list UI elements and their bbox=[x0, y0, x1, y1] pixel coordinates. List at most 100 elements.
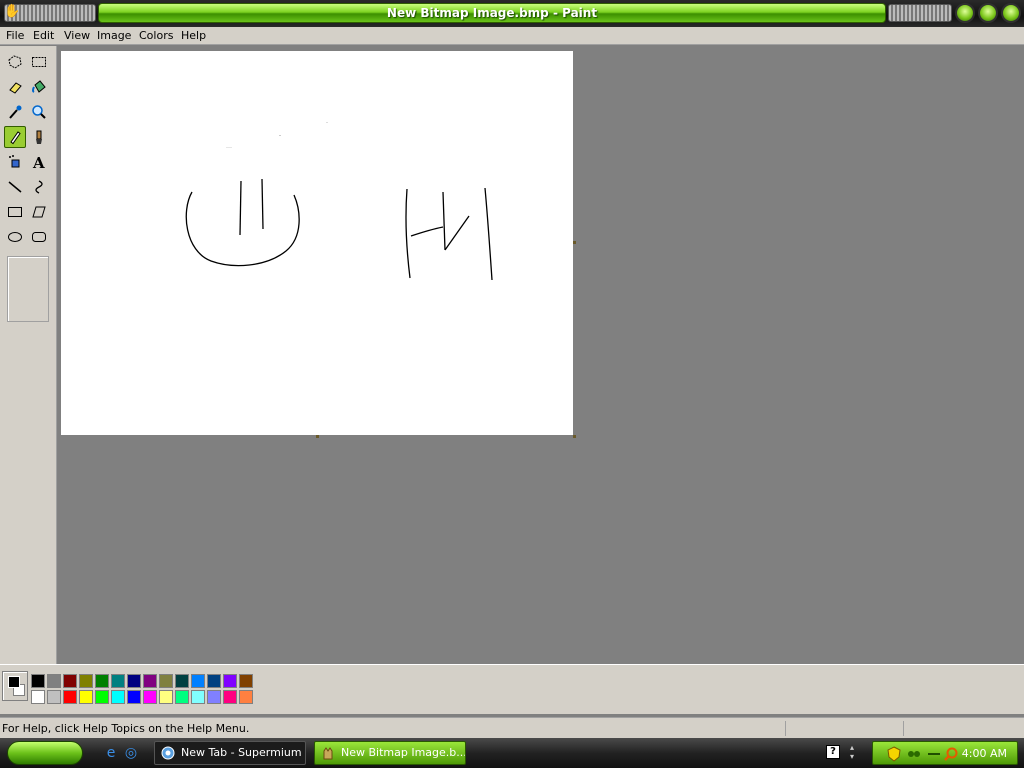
polygon-tool[interactable] bbox=[28, 201, 50, 223]
taskbar-item-label: New Bitmap Image.b... bbox=[341, 746, 466, 759]
paint-app-icon bbox=[323, 747, 333, 760]
palette-swatch[interactable] bbox=[95, 690, 109, 704]
toolbox: A bbox=[0, 46, 57, 664]
close-button[interactable] bbox=[1001, 3, 1021, 23]
resize-handle-bottom[interactable] bbox=[316, 435, 319, 438]
show-desktop-icon[interactable]: ◎ bbox=[122, 744, 140, 762]
network-icon[interactable] bbox=[907, 748, 921, 760]
title-grip-right bbox=[888, 4, 952, 22]
eraser-tool[interactable] bbox=[4, 76, 26, 98]
canvas-drawing bbox=[185, 122, 493, 281]
palette-swatch[interactable] bbox=[191, 674, 205, 688]
drawing-canvas[interactable] bbox=[61, 51, 573, 435]
palette-swatch[interactable] bbox=[111, 674, 125, 688]
current-colors[interactable] bbox=[2, 671, 28, 701]
menu-edit[interactable]: Edit bbox=[33, 28, 54, 44]
airbrush-tool[interactable] bbox=[4, 151, 26, 173]
status-divider bbox=[903, 721, 904, 736]
rounded-rectangle-icon bbox=[32, 232, 46, 242]
palette-swatch[interactable] bbox=[159, 690, 173, 704]
palette-swatch[interactable] bbox=[239, 690, 253, 704]
palette-swatch[interactable] bbox=[207, 674, 221, 688]
palette-swatch[interactable] bbox=[239, 674, 253, 688]
palette-swatch[interactable] bbox=[111, 690, 125, 704]
text-tool[interactable]: A bbox=[28, 151, 50, 173]
title-bar[interactable]: ✋ New Bitmap Image.bmp - Paint bbox=[0, 0, 1024, 27]
palette-swatch[interactable] bbox=[223, 674, 237, 688]
taskbar: e ◎ New Tab - Supermium New Bitmap Image… bbox=[0, 738, 1024, 768]
pencil-icon bbox=[10, 131, 21, 145]
pencil-tool[interactable] bbox=[4, 126, 26, 148]
taskbar-item-paint[interactable]: New Bitmap Image.b... bbox=[314, 741, 466, 765]
maximize-button[interactable] bbox=[978, 3, 998, 23]
resize-handle-corner[interactable] bbox=[573, 435, 576, 438]
menu-help[interactable]: Help bbox=[181, 28, 206, 44]
curve-icon bbox=[35, 180, 43, 194]
paint-app-icon[interactable]: ✋ bbox=[4, 4, 20, 20]
search-icon[interactable] bbox=[943, 746, 959, 762]
palette-swatch[interactable] bbox=[127, 674, 141, 688]
taskbar-item-label: New Tab - Supermium bbox=[181, 746, 302, 759]
select-icon bbox=[32, 57, 46, 67]
palette-swatch[interactable] bbox=[47, 690, 61, 704]
eraser-icon bbox=[9, 82, 22, 94]
status-divider bbox=[785, 721, 786, 736]
line-icon bbox=[8, 181, 22, 193]
palette-swatch[interactable] bbox=[31, 690, 45, 704]
palette-swatch[interactable] bbox=[79, 690, 93, 704]
language-bar-arrows-icon[interactable]: ▴ ▾ bbox=[850, 743, 854, 761]
ellipse-icon bbox=[8, 232, 22, 242]
network-activity-icon[interactable] bbox=[927, 748, 941, 760]
select-tool[interactable] bbox=[28, 51, 50, 73]
line-tool[interactable] bbox=[4, 176, 26, 198]
internet-explorer-icon[interactable]: e bbox=[102, 744, 120, 762]
palette-swatch[interactable] bbox=[63, 674, 77, 688]
airbrush-icon bbox=[9, 155, 20, 168]
pick-color-tool[interactable] bbox=[4, 101, 26, 123]
palette-swatch[interactable] bbox=[223, 690, 237, 704]
palette-swatch[interactable] bbox=[175, 674, 189, 688]
supermium-icon bbox=[161, 746, 175, 760]
palette-swatch[interactable] bbox=[127, 690, 141, 704]
help-icon[interactable]: ? bbox=[826, 745, 840, 759]
palette-swatch[interactable] bbox=[207, 690, 221, 704]
status-bar: For Help, click Help Topics on the Help … bbox=[0, 717, 1024, 738]
brush-icon bbox=[36, 130, 42, 144]
menu-view[interactable]: View bbox=[64, 28, 90, 44]
palette-swatch[interactable] bbox=[47, 674, 61, 688]
menu-image[interactable]: Image bbox=[97, 28, 131, 44]
security-shield-icon[interactable] bbox=[887, 746, 901, 762]
fill-tool[interactable] bbox=[28, 76, 50, 98]
minimize-button[interactable] bbox=[955, 3, 975, 23]
rounded-rectangle-tool[interactable] bbox=[28, 226, 50, 248]
menu-file[interactable]: File bbox=[6, 28, 24, 44]
curve-tool[interactable] bbox=[28, 176, 50, 198]
palette-swatch[interactable] bbox=[95, 674, 109, 688]
palette-swatch[interactable] bbox=[143, 690, 157, 704]
foreground-color-swatch bbox=[8, 676, 20, 688]
brush-tool[interactable] bbox=[28, 126, 50, 148]
clock[interactable]: 4:00 AM bbox=[962, 742, 1007, 766]
rectangle-tool[interactable] bbox=[4, 201, 26, 223]
magnifier-tool[interactable] bbox=[28, 101, 50, 123]
palette-swatch[interactable] bbox=[175, 690, 189, 704]
palette-swatch[interactable] bbox=[79, 674, 93, 688]
taskbar-item-supermium[interactable]: New Tab - Supermium bbox=[154, 741, 306, 765]
start-button[interactable] bbox=[7, 741, 83, 765]
palette-swatch[interactable] bbox=[31, 674, 45, 688]
magnifier-icon bbox=[32, 105, 46, 119]
palette-swatch[interactable] bbox=[191, 690, 205, 704]
text-icon: A bbox=[32, 154, 45, 170]
resize-handle-right[interactable] bbox=[573, 241, 576, 244]
menu-colors[interactable]: Colors bbox=[139, 28, 173, 44]
system-tray: 4:00 AM bbox=[872, 741, 1018, 765]
fill-with-color-icon bbox=[32, 80, 46, 93]
ellipse-tool[interactable] bbox=[4, 226, 26, 248]
palette-swatch[interactable] bbox=[159, 674, 173, 688]
free-form-select-icon bbox=[8, 55, 22, 69]
svg-text:A: A bbox=[32, 154, 45, 170]
free-form-select-tool[interactable] bbox=[4, 51, 26, 73]
tool-options-box[interactable] bbox=[7, 256, 49, 322]
palette-swatch[interactable] bbox=[63, 690, 77, 704]
palette-swatch[interactable] bbox=[143, 674, 157, 688]
